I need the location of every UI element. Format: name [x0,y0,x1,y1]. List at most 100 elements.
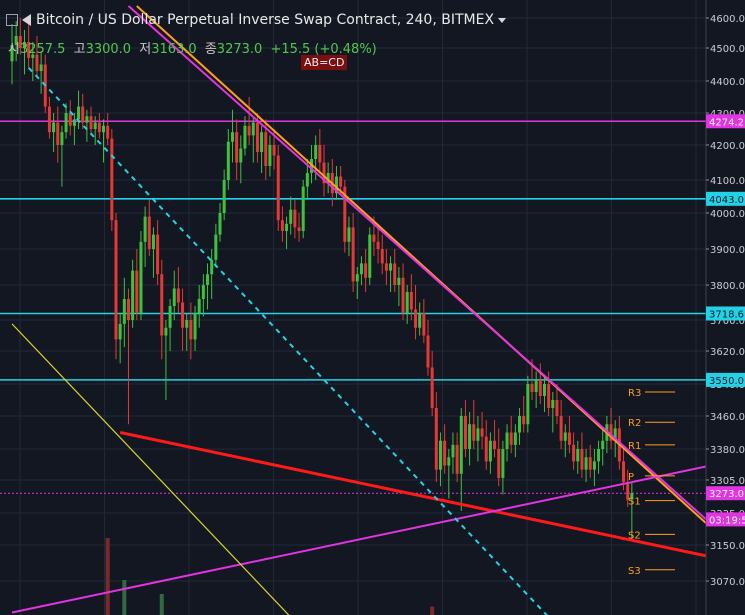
candle-body [151,234,155,249]
candle-body [85,116,89,123]
candle [301,180,305,239]
candle-body [235,132,239,163]
candle-body [35,54,39,72]
candle-body [122,299,126,324]
candle-body [572,444,576,462]
price-tick-label: 3620.0 [710,347,745,358]
candle-body [68,113,72,126]
price-tick-label: 3070.0 [710,577,745,588]
candle-body [143,216,147,242]
volume-bar [430,606,435,615]
candle-body [218,213,222,235]
candle-body [339,176,343,187]
candle-body [397,277,401,285]
ohlc-open-key: 시 [8,42,20,57]
pivot-label: P [628,472,634,483]
candle-body [64,113,68,133]
candle-body [414,309,418,328]
candle-body [181,302,185,328]
candle-body [368,234,372,278]
candle-body [285,223,289,231]
abcd-pattern-label[interactable]: AB=CD [301,55,348,70]
candle-body [542,384,546,396]
volume-bar [122,580,127,615]
candle-body [563,432,567,441]
candle-body [243,125,247,149]
candle-body [226,141,230,180]
price-tick-label: 4600.0 [710,14,745,25]
price-tag-label: 03:19:5 [709,515,745,526]
candle-body [114,220,118,340]
candle-body [459,416,463,474]
price-tick-label: 4200.0 [710,141,745,152]
candle-body [559,416,563,441]
candle-body [168,306,172,328]
candle [114,213,118,360]
candle-body [160,274,164,336]
candle-body [364,263,368,278]
pivot-label: R3 [628,388,641,399]
candle-body [118,323,122,340]
candle-body [580,449,584,470]
candle-body [89,116,93,129]
candle-body [247,125,251,136]
price-tick-label: 3305.0 [710,476,745,487]
candle-body [355,274,359,282]
candle-body [463,416,467,449]
candle-body [147,216,151,249]
candle-body [255,122,259,152]
candle-body [509,432,513,445]
candle-body [551,400,555,408]
collapse-arrow-icon[interactable] [22,14,31,26]
candle-body [347,227,351,242]
candle-body [156,234,160,275]
candle-body [601,440,605,449]
candle-body [389,263,393,271]
candle-body [530,384,534,392]
candle-body [405,292,409,313]
candle-body [468,424,472,449]
candle-body [443,440,447,466]
price-chart[interactable]: R3R2R1PS1S2S34600.04500.04400.04300.0420… [0,0,745,615]
candle-body [189,320,193,340]
pivot-label: R2 [628,418,641,429]
candle-body [289,209,293,224]
candle-body [201,285,205,299]
candle-body [318,145,322,163]
chevron-down-icon[interactable] [498,17,507,23]
candle-body [418,313,422,328]
price-tick-label: 4500.0 [710,44,745,55]
candle [368,227,372,285]
candle-body [314,145,318,159]
candle-body [505,432,509,449]
candle-body [52,122,56,133]
candle-body [293,209,297,228]
price-tag-label: 3718.6 [709,309,744,320]
candle-body [476,428,480,441]
candle-body [359,263,363,275]
candle [526,375,530,433]
ohlc-close-key: 종 [204,42,217,57]
candle-body [102,125,106,133]
candle-body [518,416,522,433]
candle-body [72,119,76,126]
price-tick-label: 3380.0 [710,445,745,456]
candle-body [534,379,538,392]
candle-body [422,313,426,336]
candle-body [210,259,214,275]
price-tag-label: 4274.2 [709,117,744,128]
price-tick-label: 4100.0 [710,176,745,187]
candle-body [351,227,355,282]
price-tag-label: 4043.0 [709,195,744,206]
candle-body [230,132,234,142]
candle-body [576,449,580,462]
ohlc-high-value: 3300.0 [85,42,132,57]
candle-body [280,220,284,231]
candle-body [272,145,276,156]
expand-icon[interactable] [6,14,18,26]
candle-body [501,449,505,478]
candle [110,129,114,231]
symbol-title[interactable]: Bitcoin / US Dollar Perpetual Inverse Sw… [36,12,494,28]
candle-body [301,186,305,231]
candle-body [276,155,280,221]
